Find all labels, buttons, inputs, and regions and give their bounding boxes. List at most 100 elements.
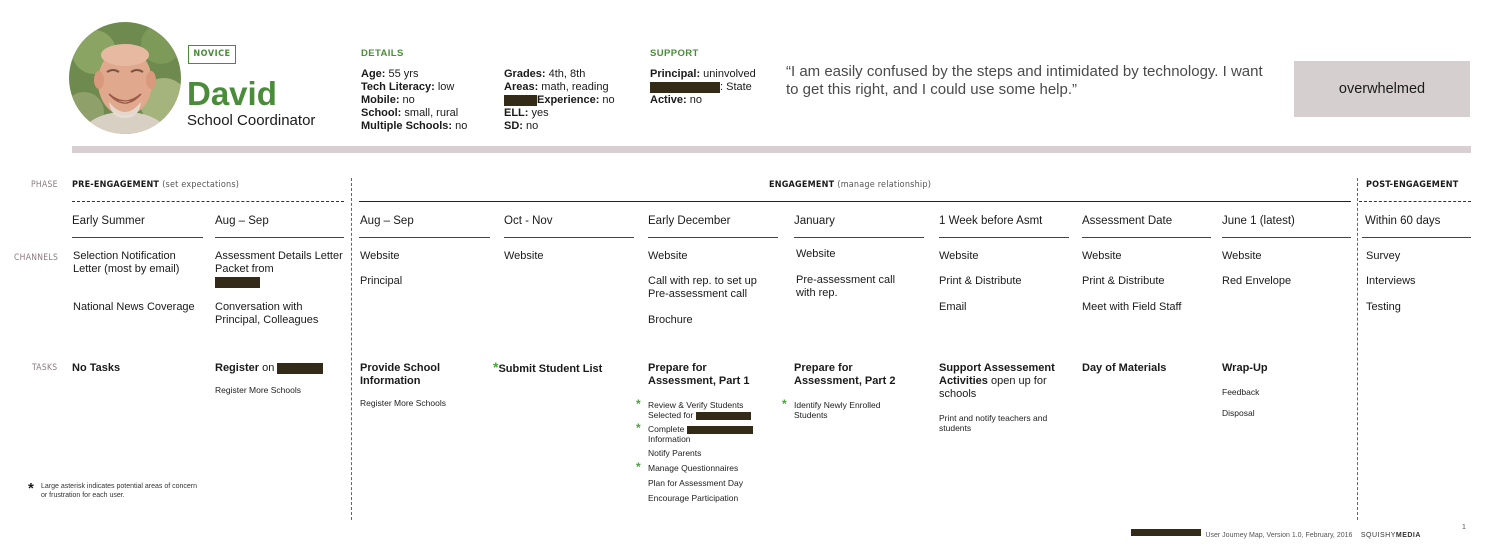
concern-asterisk-icon: * (636, 460, 641, 474)
persona-photo (69, 22, 181, 134)
timeframe-underline (794, 237, 924, 238)
channel-item: Website (1082, 250, 1122, 262)
channel-item: Assessment Details Letter Packet from (215, 250, 343, 289)
details-column-1: Age: 55 yrs Tech Literacy: low Mobile: n… (361, 68, 467, 133)
detail-sd: SD: no (504, 120, 539, 132)
channel-item: Website (939, 250, 979, 262)
task-title: Prepare for Assessment, Part 1 (648, 362, 750, 387)
subtask-item: Register More Schools (215, 385, 301, 395)
timeframe-underline (1362, 237, 1471, 238)
channel-item: Selection Notification Letter (most by e… (73, 250, 180, 275)
timeframe-underline (1222, 237, 1351, 238)
phase-post-line (1359, 201, 1471, 202)
channel-item: Meet with Field Staff (1082, 301, 1182, 313)
timeframe-label: June 1 (latest) (1222, 215, 1295, 227)
detail-school: School: small, rural (361, 107, 459, 119)
asterisk-icon: * (28, 480, 34, 497)
detail-experience: Experience: no (504, 94, 615, 107)
channel-item: Survey (1366, 250, 1401, 262)
channel-item: Conversation with Principal, Colleagues (215, 301, 319, 326)
channel-item: Print & Distribute (1082, 275, 1165, 287)
timeframe-underline (648, 237, 778, 238)
task-title: Provide School Information (360, 362, 441, 387)
page-number: 1 (1462, 524, 1466, 531)
phase-post-engagement: POST-ENGAGEMENT (1366, 180, 1459, 190)
timeframe-underline (1082, 237, 1211, 238)
channel-item: Call with rep. to set up Pre-assessment … (648, 275, 757, 300)
concern-asterisk-icon: * (636, 397, 641, 411)
channel-item: Brochure (648, 314, 693, 326)
subtask-item: Register More Schools (360, 398, 446, 408)
support-principal: Principal: uninvolved (650, 68, 756, 80)
redaction-block (686, 425, 753, 434)
row-label-channels: CHANNELS (14, 253, 59, 263)
channel-item: Website (796, 248, 836, 260)
timeframe-label: Within 60 days (1365, 215, 1441, 227)
persona-quote: “I am easily confused by the steps and i… (786, 63, 1263, 98)
footer: User Journey Map, Version 1.0, February,… (1131, 524, 1421, 542)
phase-pre-line (72, 201, 344, 202)
phase-divider-left (351, 178, 352, 520)
timeframe-label: Early Summer (72, 215, 145, 227)
detail-ell: ELL: yes (504, 107, 549, 119)
timeframe-underline (72, 237, 203, 238)
redaction-block (277, 362, 324, 374)
redaction-block (1131, 529, 1201, 537)
subtask-list: * Review & Verify Students Selected for … (636, 397, 766, 508)
task-title: Prepare for Assessment, Part 2 (794, 362, 896, 387)
timeframe-underline (215, 237, 344, 238)
detail-multiple-schools: Multiple Schools: no (361, 120, 468, 132)
timeframe-label: Aug – Sep (215, 215, 269, 227)
details-heading: DETAILS (361, 48, 404, 59)
header-divider (72, 146, 1471, 153)
redaction-block (650, 81, 720, 93)
detail-grades: Grades: 4th, 8th (504, 68, 586, 80)
subtask-item: Notify Parents (648, 448, 702, 458)
subtask-item: * Complete Information (636, 421, 766, 448)
support-heading: SUPPORT (650, 48, 699, 59)
subtask-item: Feedback (1222, 387, 1260, 397)
channel-item: Pre-assessment call with rep. (796, 274, 896, 299)
person-portrait-icon (69, 22, 181, 134)
concern-asterisk-icon: * (782, 397, 787, 411)
task-title: Wrap-Up (1222, 362, 1268, 374)
channel-item: Testing (1366, 301, 1401, 313)
subtask-item: Plan for Assessment Day (648, 478, 743, 488)
detail-areas: Areas: math, reading (504, 81, 609, 93)
channel-item: Interviews (1366, 275, 1416, 287)
timeframe-label: Early December (648, 215, 731, 227)
redaction-block (215, 276, 260, 288)
timeframe-underline (939, 237, 1069, 238)
footer-text: User Journey Map, Version 1.0, February,… (1205, 532, 1353, 539)
support-active: Active: no (650, 94, 702, 106)
persona-name: David (187, 75, 277, 112)
support-state: : State (650, 81, 756, 94)
channel-item: Red Envelope (1222, 275, 1292, 287)
channel-item: Principal (360, 275, 403, 287)
level-badge: NOVICE (188, 45, 236, 64)
timeframe-label: January (794, 215, 835, 227)
phase-engagement-line (359, 201, 1351, 202)
subtask-item: Disposal (1222, 408, 1255, 418)
timeframe-label: Assessment Date (1082, 215, 1173, 227)
timeframe-underline (359, 237, 490, 238)
persona-role: School Coordinator (187, 112, 316, 129)
timeframe-label: 1 Week before Asmt (939, 215, 1043, 227)
detail-tech-literacy: Tech Literacy: low (361, 81, 455, 93)
subtask-item: * Identify Newly Enrolled Students (782, 397, 881, 420)
task-title: Register on (215, 362, 324, 375)
details-column-2: Grades: 4th, 8th Areas: math, reading Ex… (504, 68, 615, 133)
channel-item: Website (648, 250, 688, 262)
channel-item: Website (360, 250, 400, 262)
row-label-phase: PHASE (31, 180, 58, 190)
timeframe-label: Aug – Sep (360, 215, 414, 227)
subtask-item: Encourage Participation (648, 493, 739, 503)
channel-item: Website (504, 250, 544, 262)
concern-asterisk-icon: * (636, 421, 641, 435)
channel-item: Email (939, 301, 967, 313)
detail-mobile: Mobile: no (361, 94, 415, 106)
detail-age: Age: 55 yrs (361, 68, 419, 80)
phase-divider-right (1357, 178, 1358, 520)
asterisk-legend: * Large asterisk indicates potential are… (28, 480, 198, 500)
task-title: Support Assessement Activities open up f… (939, 362, 1055, 400)
